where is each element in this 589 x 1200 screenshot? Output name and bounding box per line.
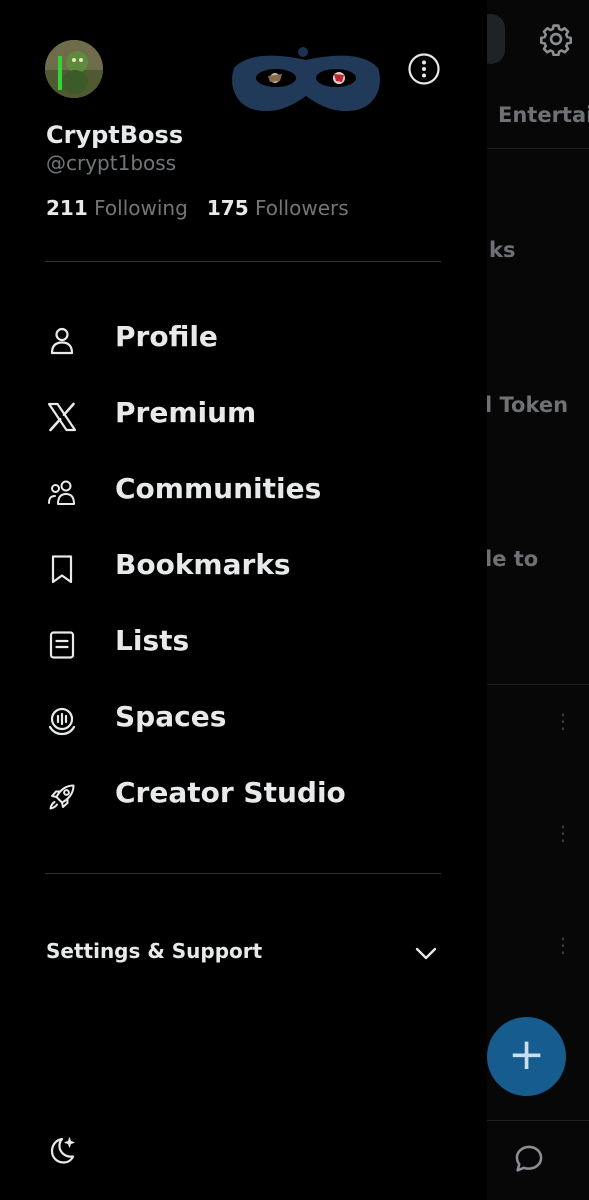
more-vertical-icon[interactable]: ⋮ bbox=[553, 823, 573, 843]
background-tab-underline bbox=[487, 148, 589, 149]
divider bbox=[45, 873, 441, 874]
followers-link[interactable]: 175 Followers bbox=[207, 196, 349, 220]
more-vertical-icon[interactable]: ⋮ bbox=[553, 711, 573, 731]
following-count: 211 bbox=[46, 196, 88, 220]
mask-logo bbox=[232, 47, 380, 112]
avatar[interactable] bbox=[45, 40, 103, 98]
background-bottom-bar-divider bbox=[487, 1120, 589, 1121]
background-text-fragment: le to bbox=[487, 547, 539, 571]
chevron-down-icon bbox=[415, 947, 437, 960]
nav-item-label: Creator Studio bbox=[115, 776, 346, 809]
followers-label: Followers bbox=[254, 196, 349, 220]
compose-button[interactable]: + bbox=[487, 1017, 566, 1096]
nav-item-label: Communities bbox=[115, 472, 322, 505]
nav-item-communities[interactable]: Communities bbox=[0, 462, 487, 522]
bookmark-icon bbox=[51, 555, 73, 584]
nav-item-lists[interactable]: Lists bbox=[0, 614, 487, 674]
moon-icon[interactable] bbox=[45, 1134, 79, 1168]
nav-item-label: Bookmarks bbox=[115, 548, 291, 581]
background-avatar-pill bbox=[487, 14, 505, 64]
nav-item-label: Premium bbox=[115, 396, 257, 429]
background-app: Entertai ks l Token le to ⋮ ⋮ ⋮ + bbox=[487, 0, 589, 1200]
person-icon bbox=[50, 327, 74, 355]
nav-item-profile[interactable]: Profile bbox=[0, 310, 487, 370]
followers-count: 175 bbox=[206, 196, 249, 220]
x-logo-icon bbox=[47, 402, 77, 432]
nav-item-bookmarks[interactable]: Bookmarks bbox=[0, 538, 487, 598]
nav-item-label: Profile bbox=[115, 320, 218, 353]
background-text-fragment: ks bbox=[489, 238, 516, 262]
following-link[interactable]: 211 Following bbox=[46, 196, 194, 220]
following-label: Following bbox=[94, 196, 188, 220]
gear-icon[interactable] bbox=[539, 22, 573, 56]
follow-stats: 211 Following 175 Followers bbox=[46, 196, 349, 220]
list-icon bbox=[49, 631, 75, 659]
nav-item-creator-studio[interactable]: Creator Studio bbox=[0, 766, 487, 826]
background-text-fragment: l Token bbox=[487, 393, 569, 417]
settings-support-label: Settings & Support bbox=[46, 939, 263, 963]
communities-icon bbox=[48, 480, 75, 505]
rocket-icon bbox=[49, 784, 75, 810]
nav-item-label: Spaces bbox=[115, 700, 227, 733]
nav-item-spaces[interactable]: Spaces bbox=[0, 690, 487, 750]
messages-icon[interactable] bbox=[512, 1142, 546, 1176]
display-name[interactable]: CryptBoss bbox=[46, 121, 183, 149]
navigation-drawer: CryptBoss @crypt1boss 211 Following 175 … bbox=[0, 0, 487, 1200]
user-handle: @crypt1boss bbox=[46, 151, 177, 175]
nav-item-premium[interactable]: Premium bbox=[0, 386, 487, 446]
background-tab-entertainment[interactable]: Entertai bbox=[498, 103, 589, 127]
avatar-image bbox=[45, 40, 103, 98]
divider bbox=[45, 261, 441, 262]
spaces-icon bbox=[48, 707, 76, 736]
nav-item-label: Lists bbox=[115, 624, 190, 657]
background-divider bbox=[487, 684, 589, 685]
more-options-icon[interactable] bbox=[407, 52, 441, 86]
settings-support-toggle[interactable]: Settings & Support bbox=[0, 930, 487, 974]
more-vertical-icon[interactable]: ⋮ bbox=[553, 935, 573, 955]
